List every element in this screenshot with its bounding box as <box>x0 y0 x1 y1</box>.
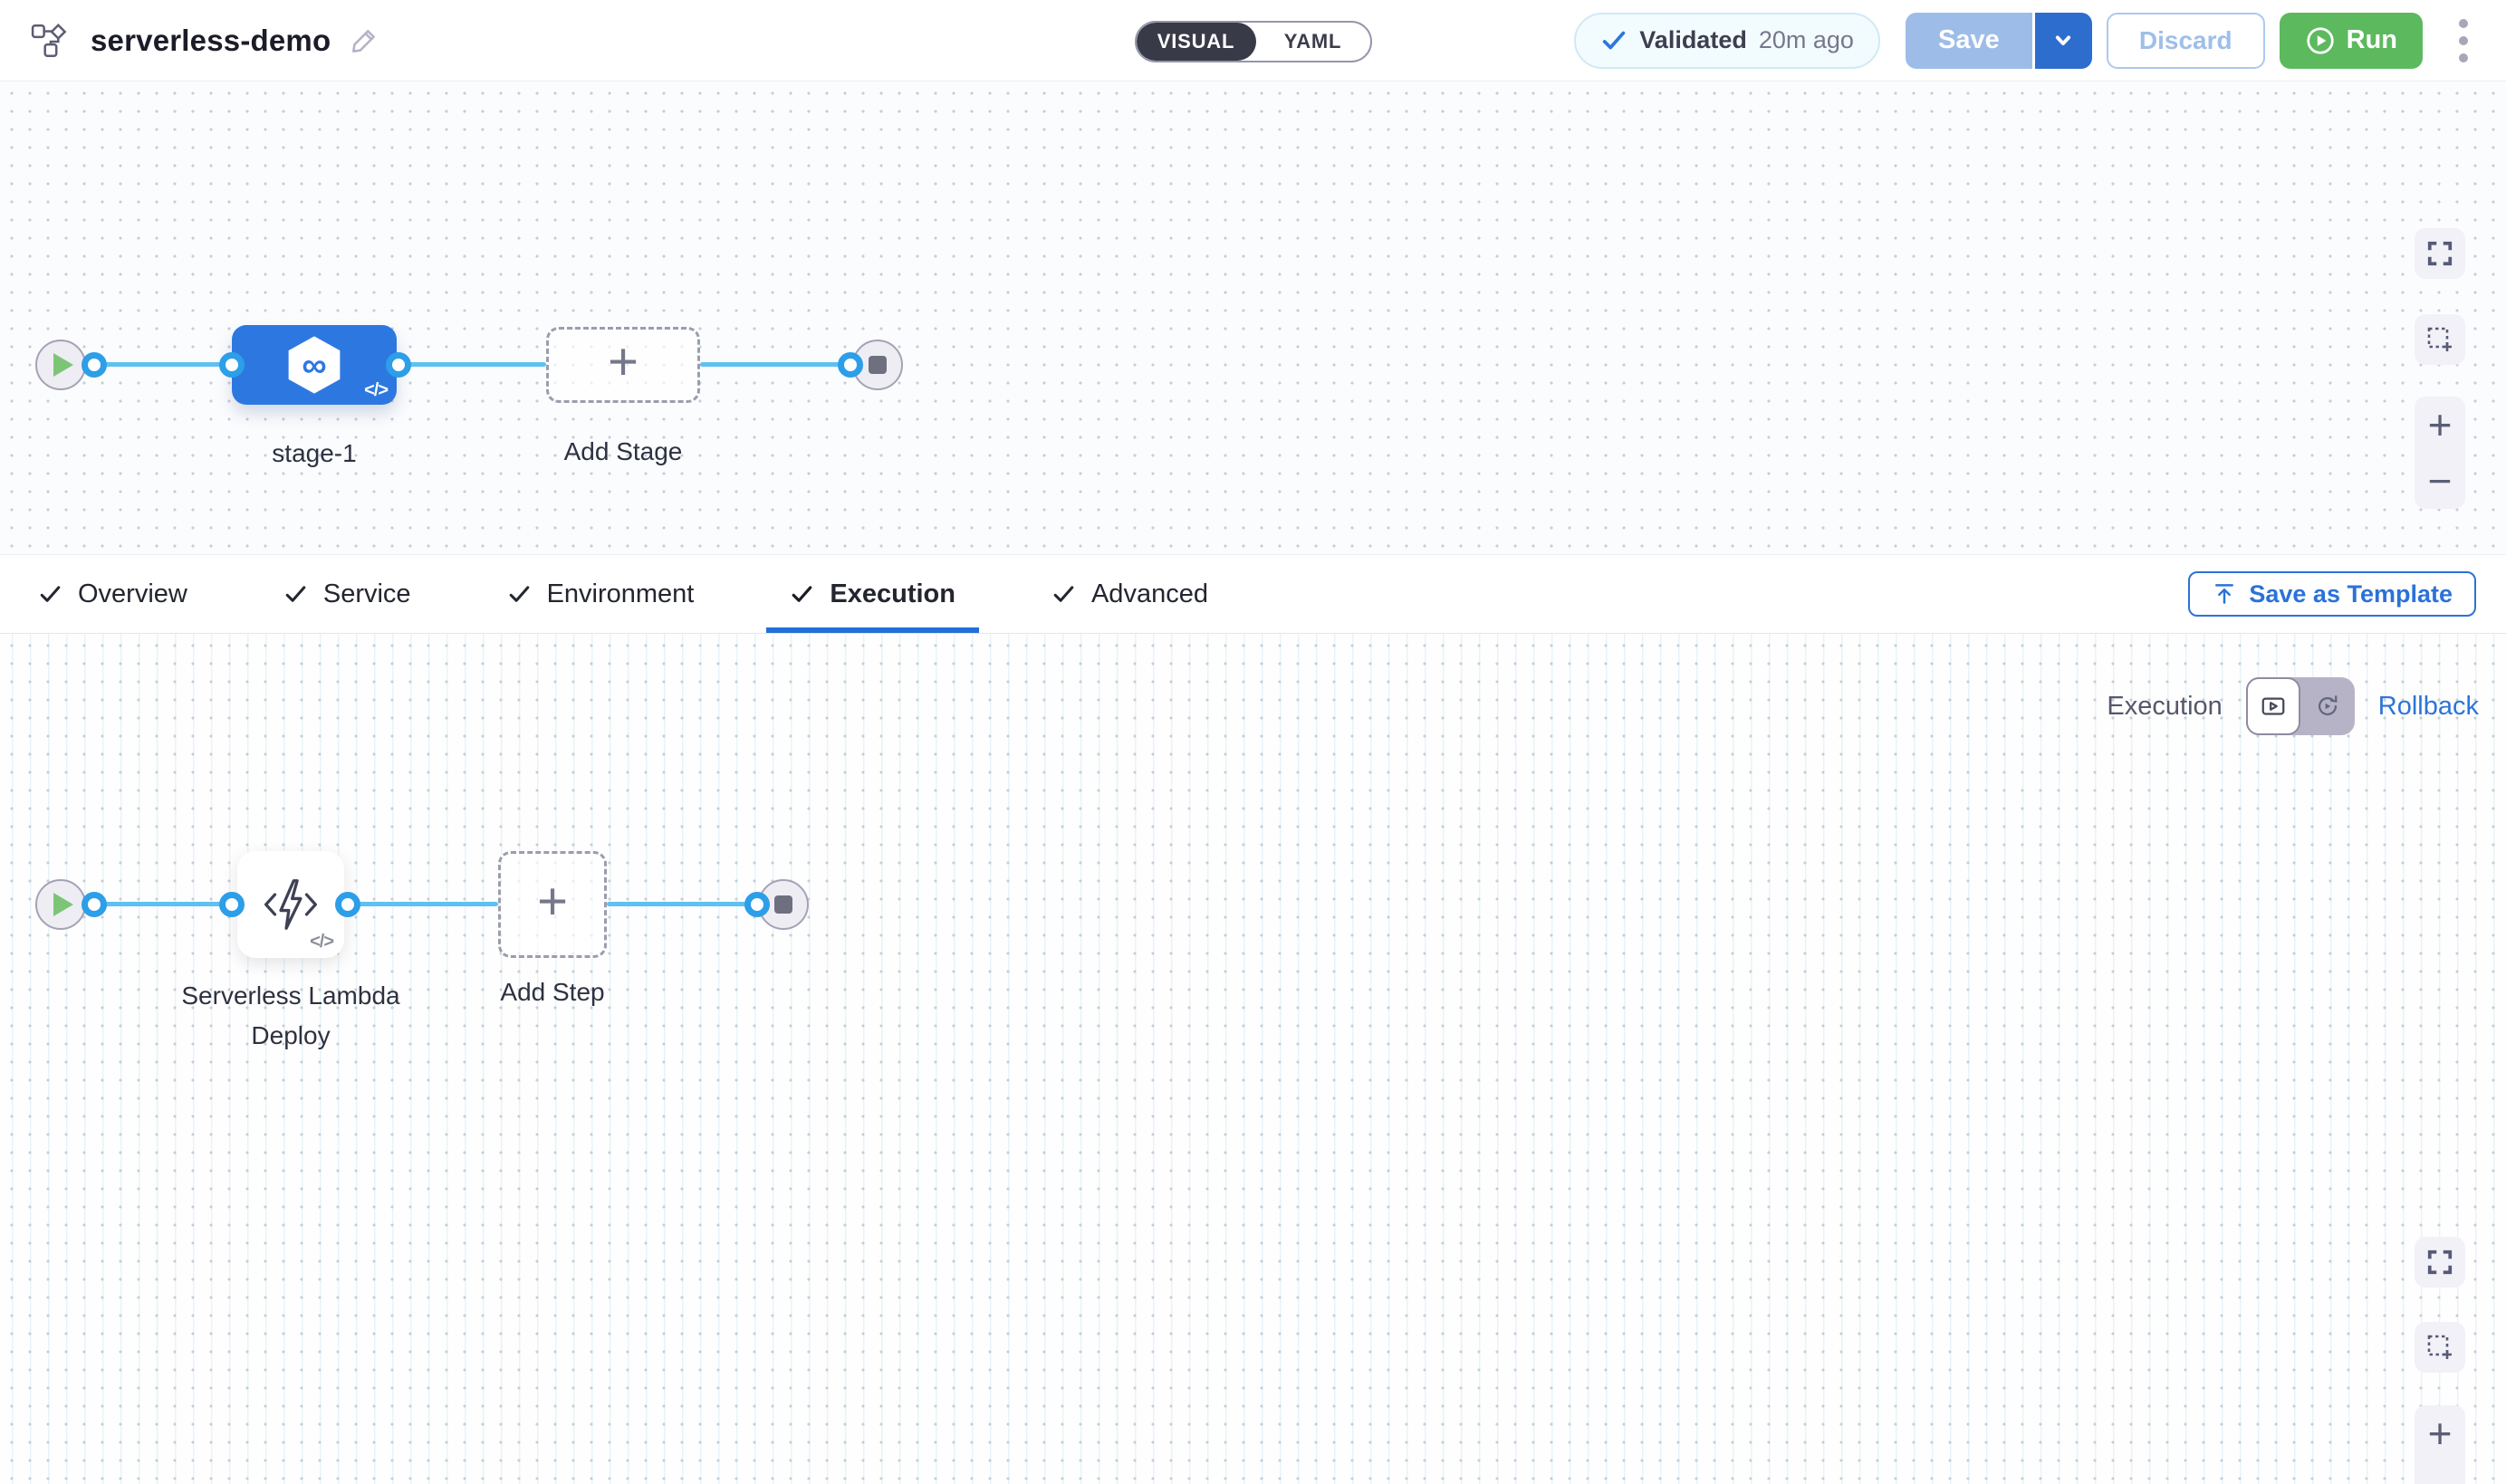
edge-line <box>700 362 850 367</box>
zoom-in-button[interactable]: + <box>2428 404 2453 445</box>
tab-advanced[interactable]: Advanced <box>1028 555 1232 633</box>
tab-check-icon <box>507 582 532 607</box>
end-stop-icon <box>774 895 792 914</box>
connector-port <box>838 352 863 378</box>
tab-label: Execution <box>830 579 955 609</box>
add-step-label: Add Step <box>500 978 604 1007</box>
rollback-link[interactable]: Rollback <box>2378 692 2479 722</box>
serverless-lambda-icon <box>259 873 322 936</box>
fullscreen-icon <box>2426 1249 2453 1276</box>
start-play-icon <box>53 893 73 916</box>
execution-start-node <box>35 879 86 930</box>
tab-environment[interactable]: Environment <box>484 555 718 633</box>
deploy-stage-icon: ∞ <box>284 335 344 395</box>
start-play-icon <box>53 353 73 377</box>
marquee-select-button[interactable] <box>2415 1322 2465 1373</box>
zoom-out-button[interactable]: − <box>2428 460 2453 502</box>
run-play-icon <box>2305 25 2336 56</box>
chevron-down-icon <box>2050 28 2076 53</box>
run-label: Run <box>2347 25 2397 55</box>
connector-port <box>82 892 107 917</box>
edge-line <box>86 362 232 367</box>
marquee-select-button[interactable] <box>2415 314 2465 365</box>
stage-name-label: stage-1 <box>272 439 356 468</box>
edge-line <box>86 902 232 906</box>
tab-execution[interactable]: Execution <box>766 555 979 633</box>
add-stage-label: Add Stage <box>564 437 683 466</box>
tab-label: Environment <box>547 579 695 609</box>
step-node-serverless-lambda-deploy[interactable]: </> <box>237 851 344 958</box>
execution-mode-segment[interactable] <box>2246 677 2300 735</box>
stage-graph-canvas[interactable]: ∞ </> + stage-1 Add Stage + − <box>0 81 2506 554</box>
rollback-steps-icon <box>2314 693 2341 720</box>
fit-to-screen-button[interactable] <box>2415 228 2465 279</box>
discard-button[interactable]: Discard <box>2107 13 2265 69</box>
execution-mode-label: Execution <box>2107 692 2222 722</box>
edit-pencil-icon[interactable] <box>349 25 379 56</box>
connector-port <box>335 892 360 917</box>
stage-config-tabbar: Overview Service Environment Execution A… <box>0 554 2506 634</box>
save-as-template-label: Save as Template <box>2249 580 2453 608</box>
stage-node-stage-1[interactable]: ∞ </> <box>232 325 397 405</box>
execution-graph-canvas[interactable]: Execution Rollb <box>0 634 2506 1484</box>
pipeline-icon <box>31 23 72 59</box>
code-badge-icon: </> <box>364 380 388 401</box>
connector-port <box>219 892 245 917</box>
zoom-out-button[interactable]: − <box>2428 1469 2453 1484</box>
connector-port <box>386 352 411 378</box>
edge-line <box>607 902 757 906</box>
plus-icon: + <box>608 336 639 388</box>
step-name-label: Serverless Lambda Deploy <box>168 976 413 1056</box>
tab-label: Service <box>323 579 411 609</box>
tab-label: Advanced <box>1091 579 1208 609</box>
execution-mode-row: Execution Rollb <box>2107 677 2479 735</box>
infinity-glyph: ∞ <box>302 346 326 385</box>
tab-check-icon <box>38 582 62 607</box>
check-icon <box>1600 27 1627 54</box>
fullscreen-icon <box>2426 240 2453 267</box>
rollback-mode-segment[interactable] <box>2300 677 2355 735</box>
pipeline-header: serverless-demo VISUAL YAML Validated 20… <box>0 0 2506 81</box>
zoom-controls: + − <box>2415 397 2465 509</box>
save-button[interactable]: Save <box>1906 13 2032 69</box>
marquee-select-icon <box>2425 1333 2454 1362</box>
edge-line <box>348 902 498 906</box>
page-title: serverless-demo <box>91 24 331 58</box>
tab-overview[interactable]: Overview <box>14 555 211 633</box>
tab-check-icon <box>790 582 814 607</box>
visual-yaml-toggle: VISUAL YAML <box>1135 21 1372 62</box>
pipeline-start-node <box>35 340 86 390</box>
tab-check-icon <box>283 582 308 607</box>
connector-port <box>219 352 245 378</box>
save-as-template-button[interactable]: Save as Template <box>2188 571 2476 617</box>
validated-badge[interactable]: Validated 20m ago <box>1574 13 1880 69</box>
code-badge-icon: </> <box>310 932 333 953</box>
upload-template-icon <box>2212 581 2237 607</box>
validated-label: Validated <box>1639 26 1747 54</box>
connector-port <box>744 892 770 917</box>
toggle-visual[interactable]: VISUAL <box>1137 23 1256 61</box>
tab-service[interactable]: Service <box>260 555 435 633</box>
tab-label: Overview <box>78 579 187 609</box>
zoom-controls: + − <box>2415 1405 2465 1484</box>
zoom-in-button[interactable]: + <box>2428 1412 2453 1454</box>
more-options-kebab-icon[interactable] <box>2448 12 2479 70</box>
fit-to-screen-button[interactable] <box>2415 1237 2465 1288</box>
add-step-button[interactable]: + <box>498 851 607 958</box>
tab-check-icon <box>1051 582 1076 607</box>
execution-rollback-toggle <box>2246 677 2355 735</box>
save-options-caret[interactable] <box>2032 13 2092 69</box>
end-stop-icon <box>869 356 887 374</box>
toggle-yaml[interactable]: YAML <box>1256 23 1370 61</box>
execution-steps-icon <box>2260 693 2287 720</box>
edge-line <box>398 362 546 367</box>
save-split-button: Save <box>1906 13 2092 69</box>
connector-port <box>82 352 107 378</box>
add-stage-button[interactable]: + <box>546 327 700 403</box>
plus-icon: + <box>537 876 568 928</box>
validated-time: 20m ago <box>1759 26 1854 54</box>
run-button[interactable]: Run <box>2280 13 2423 69</box>
marquee-select-icon <box>2425 325 2454 354</box>
